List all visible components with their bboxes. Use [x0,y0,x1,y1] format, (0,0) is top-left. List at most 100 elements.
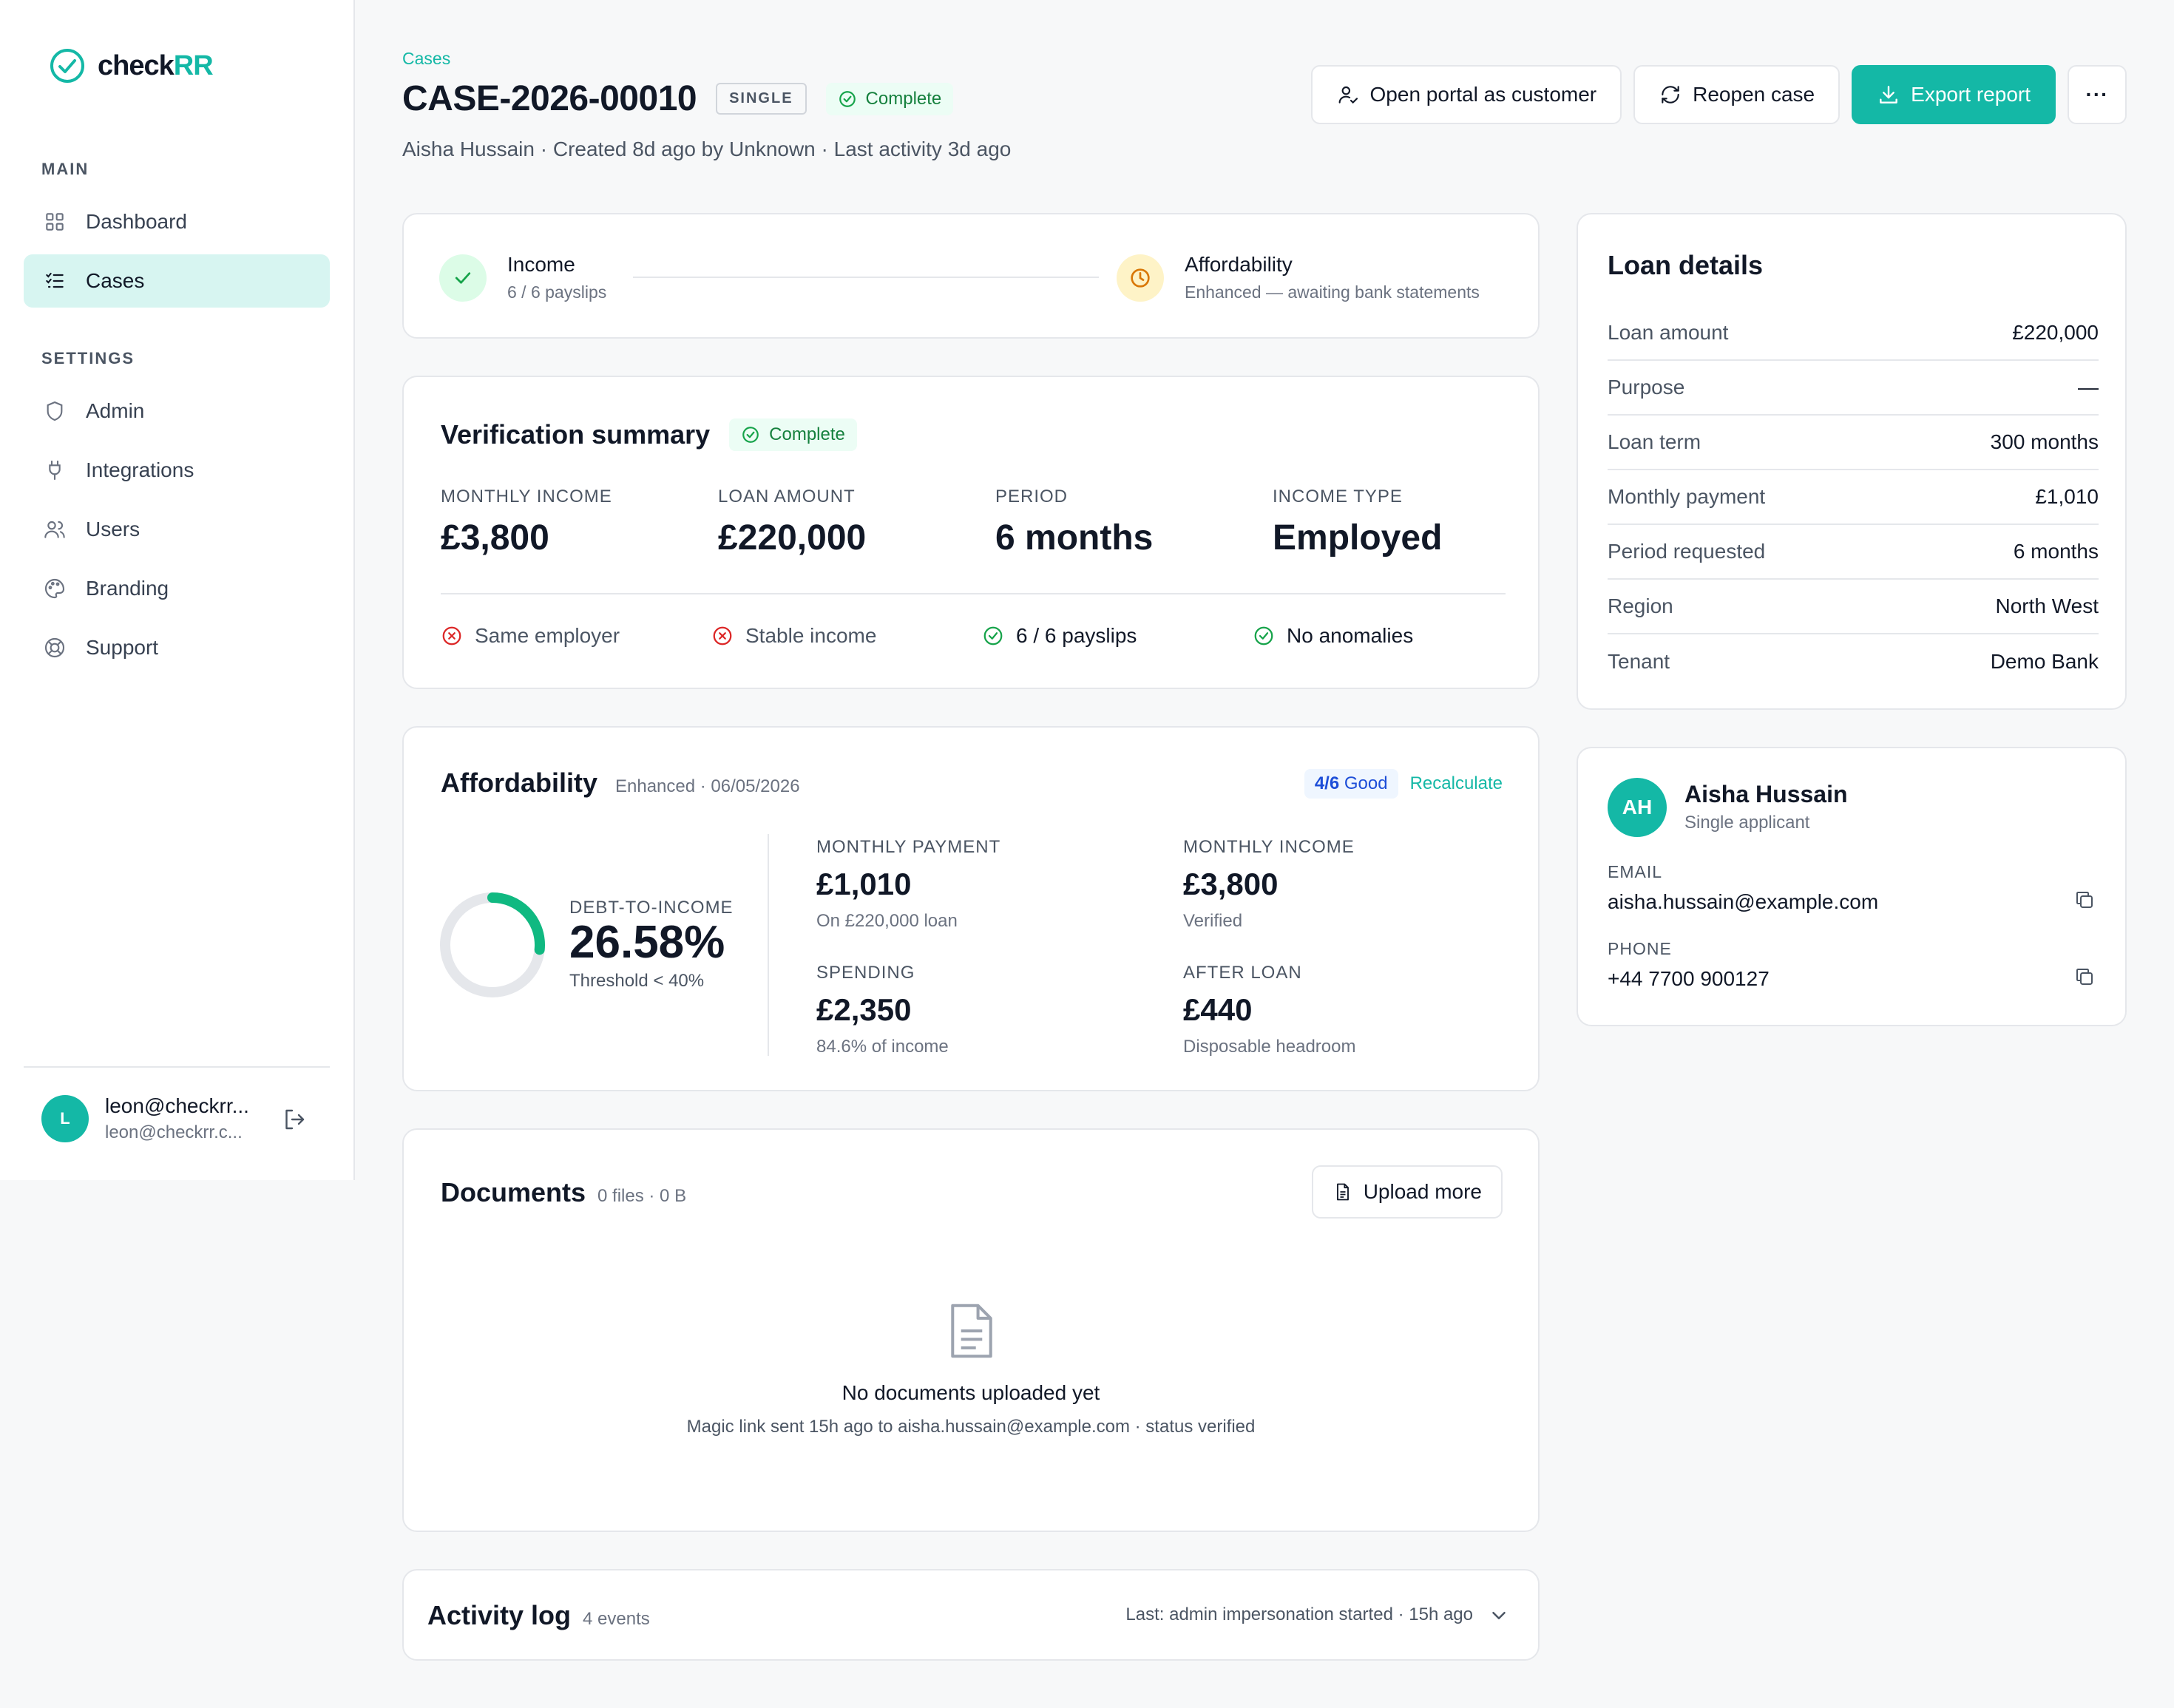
phone-label: PHONE [1608,939,1672,958]
sidebar-item-label: Users [86,518,140,540]
stat-monthly-income: MONTHLY INCOME £3,800 Verified [1183,837,1355,931]
breadcrumb[interactable]: Cases [402,49,450,69]
plug-icon [49,460,61,481]
palette-icon [44,578,65,599]
stat-monthly-income: MONTHLY INCOME £3,800 [441,487,612,558]
current-user: L leon@checkrr... leon@checkrr.c... [24,1066,330,1143]
step-subtitle: Enhanced — awaiting bank statements [1185,282,1480,302]
check-same-employer: Same employer [441,624,711,648]
more-actions-button[interactable]: ··· [2068,65,2127,124]
loan-row: Period requested 6 months [1608,525,2099,580]
stat-after-loan: AFTER LOAN £440 Disposable headroom [1183,963,1356,1057]
sidebar-item-label: Admin [86,399,145,422]
sidebar-item-dashboard[interactable]: Dashboard [24,195,330,248]
user-check-icon [1338,86,1358,104]
step-title: Affordability [1185,253,1293,276]
stat-income-type: INCOME TYPE Employed [1273,487,1443,558]
applicant-email: aisha.hussain@example.com [1608,890,1879,913]
upload-more-button[interactable]: Upload more [1311,1165,1503,1219]
sidebar-item-admin[interactable]: Admin [24,384,330,438]
check-icon [455,271,471,284]
sidebar-item-label: Branding [86,577,169,600]
refresh-icon [1662,86,1679,104]
stat-loan-amount: LOAN AMOUNT £220,000 [718,487,867,558]
page-title: CASE-2026-00010 [402,79,697,118]
avatar: L [41,1095,89,1142]
status-badge: Complete [825,82,954,115]
sidebar-item-label: Cases [86,269,145,292]
user-email: leon@checkrr.c... [105,1122,243,1142]
applicant-role: Single applicant [1684,813,1810,833]
loan-details-list: Loan amount £220,000 Purpose — Loan term 30… [1608,306,2099,689]
user-name: leon@checkrr... [105,1094,249,1117]
loan-row: Tenant Demo Bank [1608,650,2099,673]
loan-details-title: Loan details [1608,250,1764,280]
check-circle-icon [839,90,856,107]
sidebar-item-label: Support [86,636,159,659]
case-subline: Aisha Hussain · Created 8d ago by Unknow… [402,138,1012,160]
step-connector [633,277,1099,278]
copy-icon[interactable] [2073,889,2096,911]
applicant-phone: +44 7700 900127 [1608,967,1770,990]
divider [441,593,1506,594]
logout-icon[interactable] [281,1106,308,1133]
progress-steps-card: Income 6 / 6 payslips Affordability Enha… [402,213,1540,339]
documents-meta: 0 files · 0 B [597,1186,687,1206]
activity-last-event: Last: admin impersonation started · 15h … [1125,1604,1473,1624]
users-icon [44,521,65,538]
sidebar-item-support[interactable]: Support [24,621,330,674]
step-affordability: Affordability Enhanced — awaiting bank s… [1117,253,1480,302]
page-title-row: CASE-2026-00010 SINGLE Complete [402,78,954,119]
sidebar-item-users[interactable]: Users [24,503,330,556]
nav-section-main: MAIN [41,160,89,178]
step-subtitle: 6 / 6 payslips [507,282,607,302]
check-stable-income: Stable income [711,624,982,648]
sidebar-item-label: Integrations [86,458,194,481]
verification-title: Verification summary [441,419,711,450]
sidebar-item-branding[interactable]: Branding [24,562,330,615]
open-portal-button[interactable]: Open portal as customer [1310,65,1622,124]
verification-stats: MONTHLY INCOME £3,800 LOAN AMOUNT £220,0… [441,487,1506,558]
check-payslips: 6 / 6 payslips [982,624,1253,648]
affordability-card: Affordability Enhanced · 06/05/2026 4/6 … [402,726,1540,1091]
shield-icon [47,401,63,421]
activity-count: 4 events [583,1609,650,1629]
grid-icon [46,213,64,231]
list-check-icon [46,272,64,288]
empty-document-icon [951,1304,992,1358]
sidebar-item-integrations[interactable]: Integrations [24,444,330,497]
dti-block: DEBT-TO-INCOME 26.58% Threshold < 40% [569,898,734,992]
sidebar-item-label: Dashboard [86,210,187,233]
x-circle-icon [442,626,461,645]
clock-icon [1131,268,1150,288]
step-income: Income 6 / 6 payslips [439,253,606,302]
reopen-case-button[interactable]: Reopen case [1633,65,1841,124]
export-report-button[interactable]: Export report [1852,65,2056,124]
stat-period: PERIOD 6 months [995,487,1154,558]
dti-label: DEBT-TO-INCOME [569,898,734,918]
loan-details-card: Loan details Loan amount £220,000 Purpose… [1577,213,2127,710]
documents-title: Documents [441,1177,586,1207]
file-icon [1336,1183,1349,1201]
affordability-score-badge: 4/6 Good [1304,769,1398,799]
more-icon: ··· [2085,83,2109,106]
sidebar-item-cases[interactable]: Cases [24,254,330,308]
loan-row: Loan term 300 months [1608,416,2099,470]
loan-row: Region North West [1608,580,2099,634]
logo[interactable]: checkRR [49,47,214,84]
copy-icon[interactable] [2073,966,2096,988]
activity-log-card[interactable]: Activity log 4 events Last: admin impers… [402,1569,1540,1661]
dti-threshold: Threshold < 40% [569,971,705,992]
lifebuoy-icon [44,637,65,658]
documents-card: Documents 0 files · 0 B Upload more No d… [402,1128,1540,1532]
avatar: AH [1608,778,1667,837]
dti-gauge [440,892,545,997]
step-title: Income [507,253,575,276]
chevron-down-icon[interactable] [1488,1604,1510,1627]
recalculate-link[interactable]: Recalculate [1410,773,1503,794]
check-circle-icon [1254,626,1273,645]
loan-row: Monthly payment £1,010 [1608,470,2099,525]
logo-text: checkRR [98,50,214,81]
stat-spending: SPENDING £2,350 84.6% of income [816,963,949,1057]
x-circle-icon [713,626,732,645]
